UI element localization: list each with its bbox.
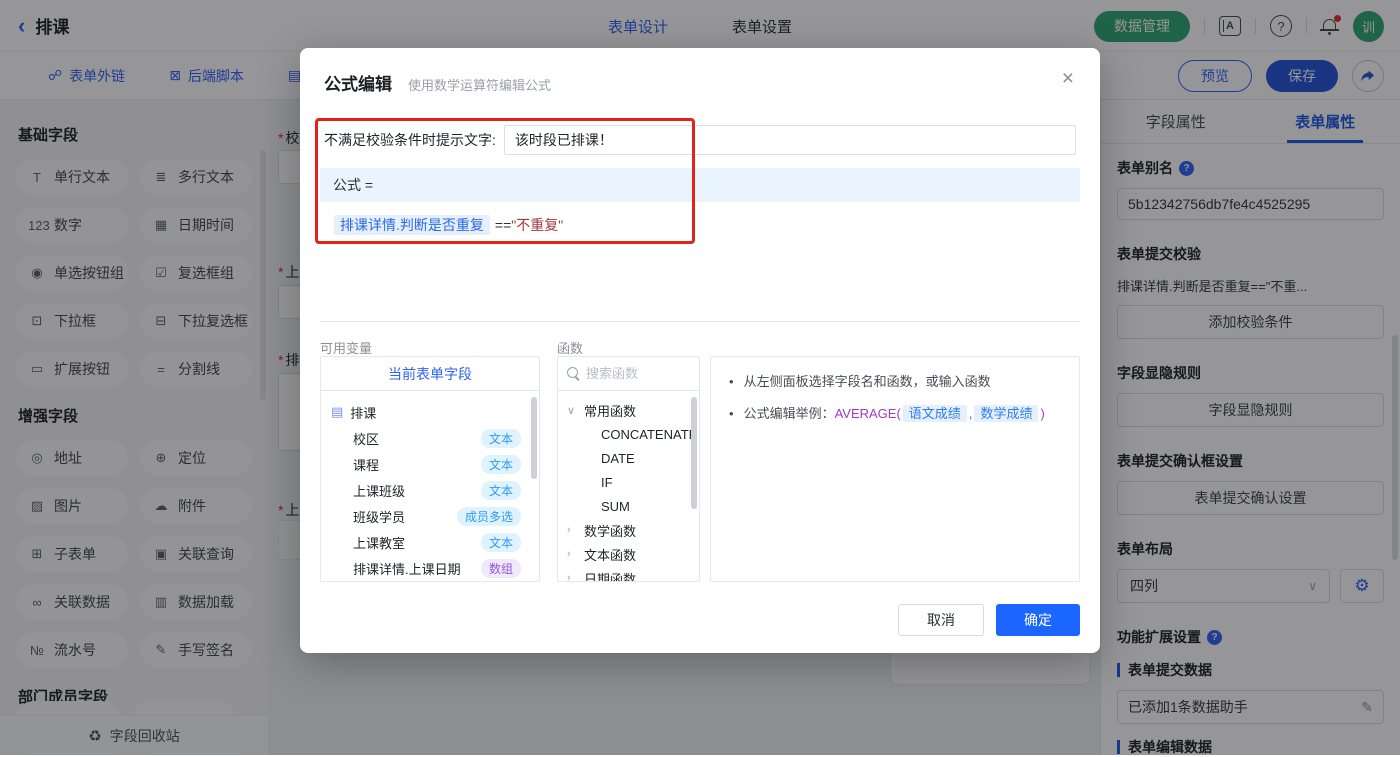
formula-editor-modal: 公式编辑 使用数学运算符编辑公式 × 不满足校验条件时提示文字: 公式 = 排课… — [300, 48, 1100, 653]
variable-type-badge: 文本 — [481, 455, 521, 474]
function-row[interactable]: SUM — [567, 494, 699, 518]
tip-message-input[interactable] — [504, 125, 1076, 155]
modal-subtitle: 使用数学运算符编辑公式 — [408, 75, 551, 94]
variable-name: 课程 — [353, 455, 379, 474]
variable-row[interactable]: 上课班级 文本 — [331, 477, 529, 503]
functions-scrollbar[interactable] — [691, 397, 697, 509]
functions-label: 函数 — [557, 338, 583, 357]
help-bullet-1: 从左侧面板选择字段名和函数，或输入函数 — [744, 372, 991, 392]
function-row[interactable]: CONCATENATE — [567, 422, 699, 446]
function-row-label: 日期函数 — [584, 569, 636, 583]
function-row[interactable]: DATE — [567, 446, 699, 470]
form-node-label: 排课 — [350, 403, 376, 422]
variable-name: 上课教室 — [353, 533, 405, 552]
function-row-label: SUM — [601, 499, 630, 514]
confirm-button[interactable]: 确定 — [996, 604, 1080, 636]
help-panel: • 从左侧面板选择字段名和函数，或输入函数 • 公式编辑举例：AVERAGE(语… — [710, 356, 1080, 582]
variable-type-badge: 文本 — [481, 481, 521, 500]
form-node[interactable]: ▤ 排课 — [331, 399, 529, 425]
help-bullet-2: 公式编辑举例：AVERAGE(语文成绩,数学成绩) — [744, 404, 1045, 424]
function-row[interactable]: ∨ 常用函数 — [567, 398, 699, 422]
caret-icon: › — [567, 572, 578, 582]
variable-row[interactable]: 班级学员 成员多选 — [331, 503, 529, 529]
function-row-label: CONCATENATE — [601, 427, 697, 442]
modal-title: 公式编辑 — [324, 70, 392, 95]
variable-name: 排课详情.上课日期 — [353, 559, 461, 578]
function-row[interactable]: › 日期函数 — [567, 566, 699, 582]
tip-message-label: 不满足校验条件时提示文字: — [324, 130, 496, 150]
function-row[interactable]: IF — [567, 470, 699, 494]
variables-scrollbar[interactable] — [531, 397, 537, 479]
example-arg-2: 数学成绩 — [974, 405, 1038, 422]
variables-panel: 当前表单字段 ▤ 排课 校区 文本 课程 文本 — [320, 356, 540, 582]
caret-icon: ∨ — [567, 404, 578, 417]
cancel-button[interactable]: 取消 — [898, 604, 984, 636]
function-row[interactable]: › 数学函数 — [567, 518, 699, 542]
formula-editor[interactable]: 公式 = 排课详情.判断是否重复 =="不重复" — [320, 168, 1080, 322]
example-function: AVERAGE( — [835, 406, 901, 421]
variable-type-badge: 成员多选 — [457, 507, 521, 526]
function-row-label: IF — [601, 475, 613, 490]
formula-string-value: "不重复" — [511, 217, 563, 233]
function-search-input[interactable] — [586, 366, 676, 381]
formula-prefix: 公式 = — [333, 175, 373, 195]
variable-row[interactable]: 排课详情.上课日期 数组 — [331, 555, 529, 581]
variable-type-badge: 文本 — [481, 429, 521, 448]
function-row-label: 常用函数 — [584, 401, 636, 420]
variable-name: 上课班级 — [353, 481, 405, 500]
function-row-label: 文本函数 — [584, 545, 636, 564]
caret-icon: › — [567, 548, 578, 560]
formula-operator: == — [495, 217, 511, 233]
variable-name: 校区 — [353, 429, 379, 448]
tab-current-form-fields[interactable]: 当前表单字段 — [321, 357, 539, 391]
variable-name: 班级学员 — [353, 507, 405, 526]
close-icon[interactable]: × — [1062, 68, 1074, 89]
variables-label: 可用变量 — [320, 338, 372, 357]
function-row[interactable]: › 文本函数 — [567, 542, 699, 566]
formula-prefix-bar: 公式 = — [320, 168, 1080, 202]
search-icon — [567, 367, 580, 380]
form-icon: ▤ — [331, 404, 343, 420]
variable-row[interactable]: 校区 文本 — [331, 425, 529, 451]
function-row-label: DATE — [601, 451, 635, 466]
example-arg-1: 语文成绩 — [903, 405, 967, 422]
variable-row[interactable]: 上课教室 文本 — [331, 529, 529, 555]
variable-type-badge: 文本 — [481, 533, 521, 552]
functions-panel: ∨ 常用函数 CONCATENATE DATE IF — [557, 356, 700, 582]
formula-field-token[interactable]: 排课详情.判断是否重复 — [334, 215, 490, 235]
variable-type-badge: 数组 — [481, 559, 521, 578]
variable-row[interactable]: 课程 文本 — [331, 451, 529, 477]
function-row-label: 数学函数 — [584, 521, 636, 540]
caret-icon: › — [567, 524, 578, 536]
